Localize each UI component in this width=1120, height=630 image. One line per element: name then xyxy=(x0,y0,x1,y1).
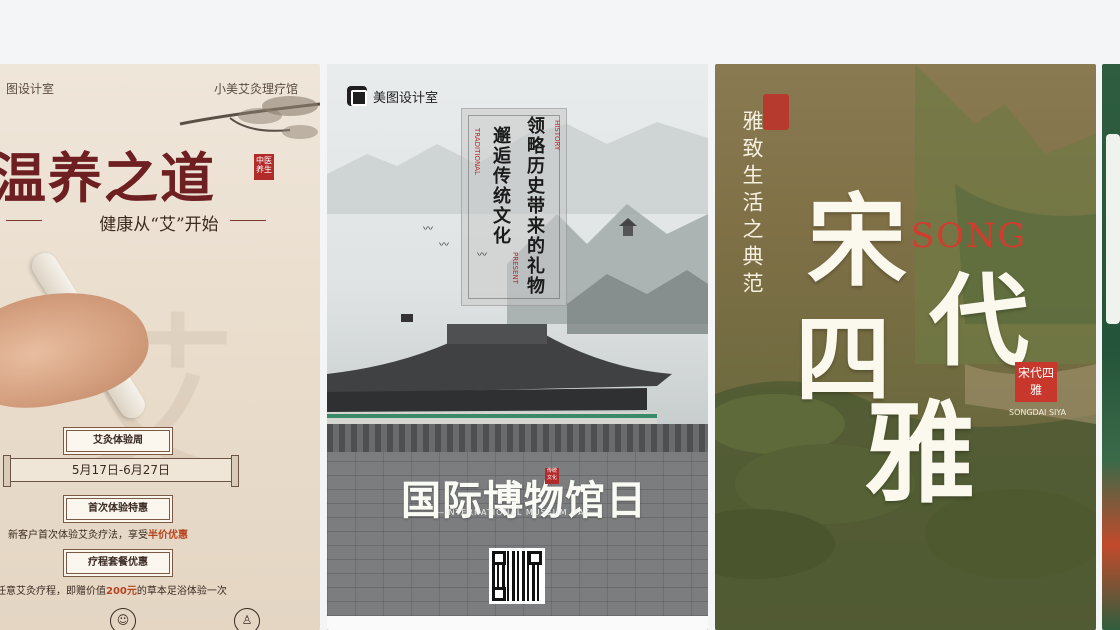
label-present: PRESENT xyxy=(511,252,519,284)
calligraphy-stroke xyxy=(1106,134,1120,324)
qr-code[interactable] xyxy=(489,548,545,604)
date-range: 5月17日-6月27日 xyxy=(3,455,239,487)
offer-highlight: 200元 xyxy=(106,586,137,597)
card-footer xyxy=(327,616,708,630)
poster-card-moxibustion[interactable]: 图设计室 小美艾灸理疗馆 温养之道 中医养生 健康从“艾”开始 艾 艾灸体验周 … xyxy=(0,64,320,630)
tag-experience-week: 艾灸体验周 xyxy=(66,430,170,452)
poster-card-song-dynasty[interactable]: 雅致生活之典范 宋 代 四 雅 SONG 宋代四雅 SONGDAI SIYA xyxy=(715,64,1096,630)
bird-icon: 〰 xyxy=(423,224,433,235)
poster-card-partial[interactable] xyxy=(1102,64,1120,630)
tag-package-offer: 疗程套餐优惠 xyxy=(66,552,170,574)
red-seal: 中医养生 xyxy=(254,154,274,180)
landscape-painting-illustration xyxy=(715,64,1096,630)
poster-card-museum-day[interactable]: 美图设计室 邂逅传统文化 领略历史带来的礼物 TRADITIONAL HISTO… xyxy=(327,64,708,630)
wall-cap xyxy=(327,424,708,452)
stamp-subtitle: SONGDAI SIYA xyxy=(1009,408,1067,417)
label-history: HISTORY xyxy=(553,120,561,151)
song-label: SONG xyxy=(911,216,1028,256)
bird-icon: 〰 xyxy=(439,240,449,251)
offer-line-1: 新客户首次体验艾灸疗法，享受半价优惠 xyxy=(8,526,188,541)
poster-subtitle: 健康从“艾”开始 xyxy=(99,215,219,235)
qr-code-pattern xyxy=(492,551,542,601)
offer-text: 的草本足浴体验一次 xyxy=(136,586,227,597)
offer-line-2: 任意艾灸疗程，即赠价值200元的草本足浴体验一次 xyxy=(0,582,227,597)
bird-icon: 〰 xyxy=(477,250,487,261)
offer-text: 新客户首次体验艾灸疗法，享受 xyxy=(8,530,148,541)
face-icon: ☺ xyxy=(110,608,136,630)
offer-highlight: 半价优惠 xyxy=(148,530,188,541)
tag-first-offer: 首次体验特惠 xyxy=(66,498,170,520)
divider xyxy=(230,220,266,221)
title-stamp: 宋代四雅 xyxy=(1015,362,1057,402)
qr-finder xyxy=(492,587,506,601)
title-seal: 传统文化 xyxy=(545,468,559,484)
label-traditional: TRADITIONAL xyxy=(473,128,481,175)
calligraphy-char-4: 雅 xyxy=(865,389,975,518)
vertical-text-right: 领略历史带来的礼物 xyxy=(524,116,545,296)
poster-subtitle: —INTERNATIONAL MUSEUM DAY— xyxy=(436,508,599,517)
brand-label: 图设计室 xyxy=(6,82,55,96)
qr-finder xyxy=(528,551,542,565)
qr-finder xyxy=(492,551,506,565)
brand-logo-icon xyxy=(347,86,367,106)
poster-title: 国际博物馆日 xyxy=(401,477,647,524)
brand-label: 美图设计室 xyxy=(373,90,439,106)
person-icon: ♙ xyxy=(234,608,260,630)
poster-title: 温养之道 xyxy=(0,146,216,210)
offer-text: 任意艾灸疗程，即赠价值 xyxy=(0,586,106,597)
poster-carousel: 图设计室 小美艾灸理疗馆 温养之道 中医养生 健康从“艾”开始 艾 艾灸体验周 … xyxy=(0,64,1120,630)
vertical-poem: 雅致生活之典范 xyxy=(740,110,764,299)
vertical-text-left: 邂逅传统文化 xyxy=(490,126,511,246)
brand: 美图设计室 xyxy=(347,86,438,106)
